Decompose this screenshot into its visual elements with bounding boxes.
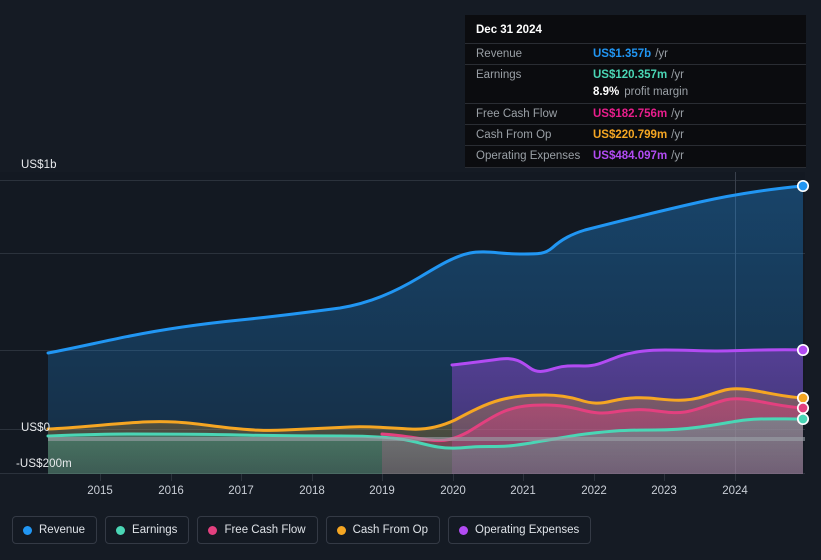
tooltip-row-operating-expenses: Operating Expenses US$484.097m/yr <box>465 145 806 166</box>
tooltip-row-value: US$182.756m <box>593 108 668 120</box>
x-axis-label-2021: 2021 <box>510 485 536 497</box>
tooltip-row-value-group: US$120.357m/yr <box>593 69 684 81</box>
tooltip-row-label: Revenue <box>476 48 523 60</box>
legend-item-earnings[interactable]: Earnings <box>105 516 190 544</box>
endpoint-marker-cash-from-op <box>796 391 810 405</box>
tooltip-row-label: Earnings <box>476 69 522 81</box>
legend-color-dot-icon <box>116 525 126 535</box>
tooltip-row-unit: /yr <box>655 48 668 60</box>
financial-chart: US$1b US$0 -US$200m 2015 2016 2017 2018 2019… <box>0 0 821 560</box>
endpoint-marker-earnings <box>796 412 810 426</box>
x-axis-label-2022: 2022 <box>581 485 607 497</box>
tooltip-row-unit: /yr <box>671 108 684 120</box>
chart-legend[interactable]: Revenue Earnings Free Cash Flow Cash From O… <box>12 516 592 544</box>
x-axis-label-2020: 2020 <box>440 485 466 497</box>
zero-baseline <box>48 437 805 441</box>
tooltip-row-value-group: US$182.756m/yr <box>593 108 684 120</box>
endpoint-marker-revenue <box>796 179 810 193</box>
tooltip-row-cash-from-op: Cash From Op US$220.799m/yr <box>465 124 806 145</box>
tooltip-row-earnings: Earnings US$120.357m/yr <box>465 64 806 85</box>
tooltip-row-profit-margin: 8.9% profit margin <box>465 85 806 103</box>
tooltip-row-free-cash-flow: Free Cash Flow US$182.756m/yr <box>465 103 806 124</box>
tooltip-row-revenue: Revenue US$1.357b/yr <box>465 43 806 64</box>
x-axis-label-2016: 2016 <box>158 485 184 497</box>
x-axis-label-2017: 2017 <box>228 485 254 497</box>
x-axis-label-2018: 2018 <box>299 485 325 497</box>
tooltip-row-unit: /yr <box>671 150 684 162</box>
x-axis-label-2023: 2023 <box>651 485 677 497</box>
tooltip-row-unit: /yr <box>671 69 684 81</box>
tooltip-date: Dec 31 2024 <box>476 24 542 36</box>
tooltip-row-label: Free Cash Flow <box>476 108 558 120</box>
x-axis-label-2024: 2024 <box>722 485 748 497</box>
x-axis-label-2015: 2015 <box>87 485 113 497</box>
legend-color-dot-icon <box>336 525 346 535</box>
tooltip-rows: Revenue US$1.357b/yr Earnings US$120.357m/y… <box>465 43 806 166</box>
tooltip-row-value: US$120.357m <box>593 69 668 81</box>
legend-item-label: Cash From Op <box>352 524 429 536</box>
legend-item-label: Earnings <box>132 524 178 536</box>
x-axis-labels: 2015 2016 2017 2018 2019 2020 2021 2022 2023 2024 <box>0 485 821 503</box>
data-tooltip: Dec 31 2024 Revenue US$1.357b/yr Earnings U… <box>465 15 806 168</box>
y-axis-label-bottom: -US$200m <box>16 458 72 470</box>
tooltip-row-value: 8.9% <box>593 86 620 98</box>
tooltip-row-value-group: US$220.799m/yr <box>593 129 684 141</box>
tooltip-row-value: US$484.097m <box>593 150 668 162</box>
legend-item-operating-expenses[interactable]: Operating Expenses <box>448 516 592 544</box>
tooltip-row-subtext: profit margin <box>624 86 689 98</box>
legend-item-free-cash-flow[interactable]: Free Cash Flow <box>197 516 318 544</box>
tooltip-row-value: US$220.799m <box>593 129 668 141</box>
endpoint-marker-operating-expenses <box>796 343 810 357</box>
endpoint-marker-free-cash-flow <box>796 401 810 415</box>
legend-item-label: Revenue <box>39 524 86 536</box>
tooltip-row-value: US$1.357b <box>593 48 652 60</box>
legend-color-dot-icon <box>208 525 218 535</box>
tooltip-row-label: Cash From Op <box>476 129 552 141</box>
tooltip-bottom-divider <box>465 167 806 168</box>
legend-color-dot-icon <box>23 525 32 535</box>
y-axis-label-zero: US$0 <box>21 422 51 434</box>
legend-item-label: Free Cash Flow <box>224 524 306 536</box>
legend-item-cash-from-op[interactable]: Cash From Op <box>325 516 441 544</box>
tooltip-row-value-group: US$484.097m/yr <box>593 150 684 162</box>
legend-item-label: Operating Expenses <box>475 524 580 536</box>
x-axis-label-2019: 2019 <box>369 485 395 497</box>
tooltip-row-value-group: 8.9% profit margin <box>593 86 688 98</box>
y-axis-label-top: US$1b <box>21 159 57 171</box>
legend-color-dot-icon <box>459 525 469 535</box>
tooltip-row-label: Operating Expenses <box>476 150 581 162</box>
tooltip-row-value-group: US$1.357b/yr <box>593 48 668 60</box>
legend-item-revenue[interactable]: Revenue <box>12 516 98 544</box>
tooltip-row-unit: /yr <box>671 129 684 141</box>
x-tickmarks <box>100 473 736 481</box>
